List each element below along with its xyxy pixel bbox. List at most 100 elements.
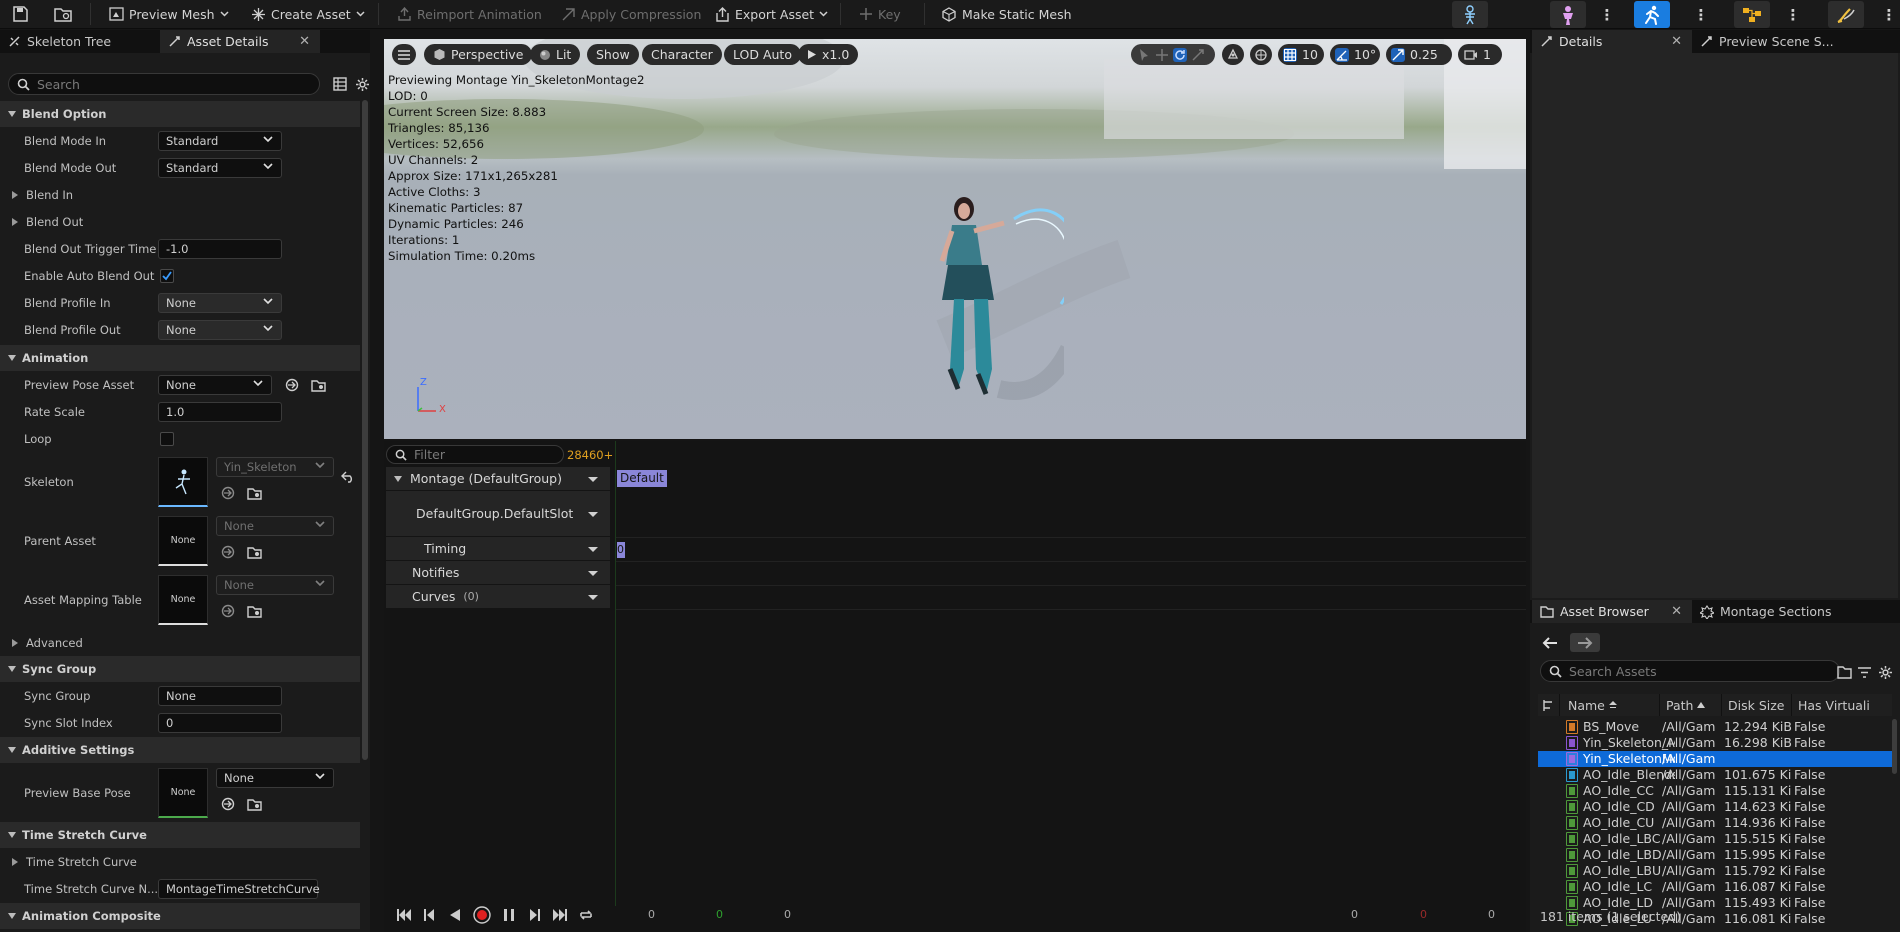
column-name-header[interactable]: Name: [1560, 694, 1660, 716]
scale-snap-button[interactable]: 0.25: [1386, 44, 1452, 65]
rate-scale-field[interactable]: 1.0: [158, 402, 282, 422]
close-icon[interactable]: ✕: [1671, 34, 1682, 49]
local-space-button[interactable]: [1222, 44, 1244, 65]
blend-out-row[interactable]: Blend Out: [12, 209, 83, 235]
asset-row[interactable]: AO_Idle_CU/All/Gam 114.936 Ki False: [1538, 815, 1892, 831]
prop-blend-in[interactable]: Blend In: [0, 182, 360, 208]
tab-skeleton-tree[interactable]: Skeleton Tree: [0, 30, 160, 53]
perspective-button[interactable]: Perspective: [424, 44, 533, 65]
step-back-button[interactable]: [420, 906, 438, 924]
jump-to-end-button[interactable]: [550, 906, 570, 924]
track-menu-icon[interactable]: [588, 570, 598, 576]
play-reverse-button[interactable]: [446, 906, 464, 924]
preview-base-pose-dropdown[interactable]: None: [216, 768, 334, 788]
prop-advanced[interactable]: Advanced: [0, 630, 360, 656]
jump-to-start-button[interactable]: [394, 906, 414, 924]
montage-section-default[interactable]: Default: [617, 470, 667, 487]
use-selected-icon[interactable]: [220, 544, 236, 560]
character-button[interactable]: Character: [642, 44, 722, 65]
timeline-filter-input[interactable]: Filter: [386, 445, 564, 464]
details-scrollbar[interactable]: [362, 100, 368, 760]
asset-mapping-table-thumbnail[interactable]: None: [158, 575, 208, 625]
settings-gear-icon[interactable]: [355, 77, 370, 92]
asset-row[interactable]: Yin_Skeleton_M/All/Gam 16.298 KiB False: [1538, 735, 1892, 751]
parent-asset-thumbnail[interactable]: None: [158, 516, 208, 566]
track-menu-icon[interactable]: [588, 594, 598, 600]
asset-list-scrollbar[interactable]: [1892, 719, 1897, 774]
time-stretch-curve-row[interactable]: Time Stretch Curve: [12, 849, 137, 875]
key-button[interactable]: Key: [854, 3, 906, 25]
lit-button[interactable]: Lit: [530, 44, 581, 65]
asset-row[interactable]: BS_Move/All/Gam 12.294 KiB False: [1538, 719, 1892, 735]
blend-out-trigger-time-field[interactable]: -1.0: [158, 239, 282, 259]
category-additive-settings[interactable]: Additive Settings: [0, 737, 360, 763]
asset-mapping-table-dropdown[interactable]: None: [216, 575, 334, 595]
parent-asset-dropdown[interactable]: None: [216, 516, 334, 536]
asset-row[interactable]: Yin_SkeletonMo/All/Gam: [1538, 751, 1892, 767]
tab-details[interactable]: Details ✕: [1532, 30, 1692, 53]
column-path-header[interactable]: Path: [1660, 694, 1722, 716]
category-animation[interactable]: Animation: [0, 345, 360, 371]
asset-row[interactable]: AO_Idle_LBU/All/Gam 115.792 Ki False: [1538, 863, 1892, 879]
record-button[interactable]: [472, 906, 492, 924]
column-has-virtualized-header[interactable]: Has Virtuali: [1792, 694, 1892, 716]
preview-viewport[interactable]: Perspective Lit Show Character LOD Auto …: [384, 39, 1526, 439]
browse-folder-icon[interactable]: [246, 796, 262, 812]
sync-slot-index-field[interactable]: 0: [158, 713, 282, 733]
column-options-icon[interactable]: [1538, 694, 1560, 716]
blend-profile-in-dropdown[interactable]: None: [158, 293, 282, 313]
preview-pose-asset-dropdown[interactable]: None: [158, 375, 272, 395]
blueprint-mode-options[interactable]: ⋮: [1784, 1, 1802, 28]
make-static-mesh-button[interactable]: Make Static Mesh: [936, 3, 1077, 25]
asset-row[interactable]: AO_Idle_LC/All/Gam 116.087 Ki False: [1538, 879, 1892, 895]
viewport-menu-button[interactable]: [392, 44, 416, 65]
settings-gear-icon[interactable]: [1878, 665, 1893, 680]
use-selected-icon[interactable]: [220, 485, 236, 501]
forward-arrow-icon[interactable]: [1570, 633, 1600, 652]
loop-button[interactable]: [576, 906, 596, 924]
advanced-row[interactable]: Advanced: [12, 630, 83, 656]
apply-compression-button[interactable]: Apply Compression: [556, 3, 706, 25]
tab-preview-scene-settings[interactable]: Preview Scene S...: [1692, 30, 1852, 53]
mesh-mode-options[interactable]: ⋮: [1598, 1, 1616, 28]
mesh-mode-button[interactable]: [1550, 1, 1586, 28]
physics-mode-options[interactable]: ⋮: [1880, 1, 1898, 28]
track-menu-icon[interactable]: [588, 546, 598, 552]
pause-button[interactable]: [500, 906, 518, 924]
asset-row[interactable]: AO_Idle_CC/All/Gam 115.131 Ki False: [1538, 783, 1892, 799]
playback-speed-button[interactable]: x1.0: [798, 44, 859, 65]
blueprint-mode-button[interactable]: [1734, 1, 1770, 28]
track-notifies[interactable]: Notifies: [386, 561, 610, 585]
category-animation-composite[interactable]: Animation Composite: [0, 903, 360, 929]
skeleton-dropdown[interactable]: Yin_Skeleton: [216, 457, 334, 477]
details-search-input[interactable]: Search: [8, 73, 320, 95]
tab-montage-sections[interactable]: Montage Sections: [1692, 600, 1872, 623]
close-icon[interactable]: ✕: [299, 34, 310, 49]
blend-mode-out-dropdown[interactable]: Standard: [158, 158, 282, 178]
use-selected-icon[interactable]: [284, 377, 300, 393]
enable-auto-blend-out-checkbox[interactable]: [160, 269, 174, 283]
category-time-stretch-curve[interactable]: Time Stretch Curve: [0, 822, 360, 848]
prop-time-stretch-curve[interactable]: Time Stretch Curve: [0, 849, 360, 875]
show-button[interactable]: Show: [587, 44, 639, 65]
lod-button[interactable]: LOD Auto: [724, 44, 801, 65]
tab-asset-browser[interactable]: Asset Browser ✕: [1532, 600, 1692, 623]
column-disk-size-header[interactable]: Disk Size: [1722, 694, 1792, 716]
rotate-tool-icon[interactable]: [1173, 47, 1187, 62]
asset-search-input[interactable]: Search Assets: [1540, 660, 1840, 682]
reset-to-default-icon[interactable]: [340, 469, 356, 485]
reimport-animation-button[interactable]: Reimport Animation: [392, 3, 547, 25]
browse-folder-icon[interactable]: [310, 377, 326, 393]
category-sync-group[interactable]: Sync Group: [0, 656, 360, 682]
preview-mesh-button[interactable]: Preview Mesh: [104, 3, 234, 25]
table-view-icon[interactable]: [333, 77, 347, 91]
camera-speed-button[interactable]: 1: [1458, 44, 1502, 65]
save-icon[interactable]: [12, 6, 28, 22]
track-menu-icon[interactable]: [588, 511, 598, 517]
sync-group-field[interactable]: None: [158, 686, 282, 706]
browse-folder-icon[interactable]: [246, 485, 262, 501]
category-blend-option[interactable]: Blend Option: [0, 101, 360, 127]
scale-tool-icon[interactable]: [1191, 48, 1205, 62]
skeleton-thumbnail[interactable]: [158, 457, 208, 507]
blend-profile-out-dropdown[interactable]: None: [158, 320, 282, 340]
